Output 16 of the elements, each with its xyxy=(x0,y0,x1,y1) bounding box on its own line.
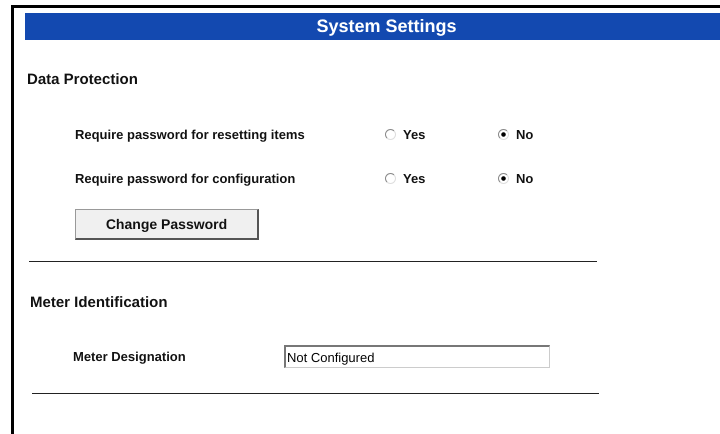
radio-option[interactable]: No xyxy=(498,170,611,186)
option-label: Require password for resetting items xyxy=(75,126,306,142)
window-title: System Settings xyxy=(316,16,457,37)
input-field[interactable]: Not Configured xyxy=(284,345,550,368)
radio-icon[interactable] xyxy=(498,172,509,184)
radio-option[interactable]: Yes xyxy=(385,126,498,142)
section-heading: Data Protection xyxy=(27,71,139,88)
change-password-button[interactable]: Change Password xyxy=(75,209,259,240)
field-label: Meter Designation xyxy=(73,349,187,364)
option-label: Require password for configuration xyxy=(75,170,296,186)
section-heading: Meter Identification xyxy=(30,294,169,311)
radio-icon[interactable] xyxy=(385,172,396,184)
radio-option[interactable]: No xyxy=(498,126,611,142)
radio-icon[interactable] xyxy=(498,128,509,140)
radio-option[interactable]: Yes xyxy=(385,170,498,186)
radio-icon[interactable] xyxy=(385,128,396,140)
